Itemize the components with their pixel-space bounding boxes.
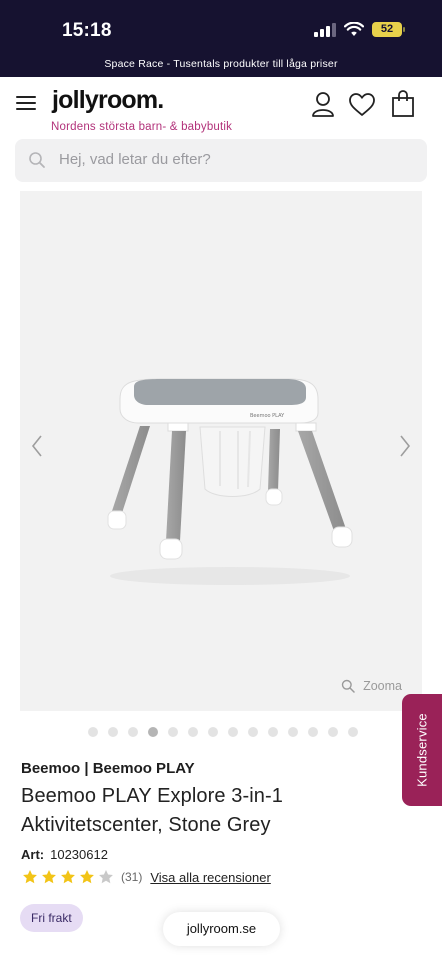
site-tagline: Nordens största barn- & babybutik xyxy=(51,121,233,133)
article-number: Art: 10230612 xyxy=(21,847,108,862)
star-icon xyxy=(23,870,37,884)
article-value: 10230612 xyxy=(50,847,108,862)
browser-url-bar[interactable]: jollyroom.se xyxy=(163,912,280,946)
status-bar: 15:18 52 xyxy=(0,0,442,58)
star-icon xyxy=(42,870,56,884)
status-time: 15:18 xyxy=(62,20,112,41)
gallery-dot[interactable] xyxy=(108,727,118,737)
gallery-dot[interactable] xyxy=(228,727,238,737)
gallery-dot[interactable] xyxy=(248,727,258,737)
bag-icon[interactable] xyxy=(391,90,415,118)
product-title: Beemoo PLAY Explore 3-in-1 Aktivitetscen… xyxy=(21,785,284,836)
product-brand[interactable]: Beemoo | Beemoo PLAY xyxy=(21,760,195,777)
all-reviews-link[interactable]: Visa alla recensioner xyxy=(150,870,270,885)
product-rating[interactable]: (31) Visa alla recensioner xyxy=(22,869,271,885)
chevron-right-icon[interactable] xyxy=(398,434,412,458)
star-icon xyxy=(80,870,94,884)
promo-banner[interactable]: Space Race - Tusentals produkter till lå… xyxy=(0,58,442,77)
product-image-gallery[interactable]: Beemoo PLAY Zooma xyxy=(20,191,422,711)
kundservice-label: Kundservice xyxy=(414,713,430,787)
search-bar[interactable]: Hej, vad letar du efter? xyxy=(15,139,427,182)
battery-icon: 52 xyxy=(372,22,405,37)
gallery-dot[interactable] xyxy=(288,727,298,737)
gallery-dot[interactable] xyxy=(348,727,358,737)
gallery-dot[interactable] xyxy=(308,727,318,737)
site-header: jollyroom. Nordens största barn- & babyb… xyxy=(0,77,442,137)
gallery-pagination xyxy=(88,727,358,737)
search-input[interactable]: Hej, vad letar du efter? xyxy=(59,151,211,168)
rating-stars xyxy=(22,869,114,885)
gallery-dot[interactable] xyxy=(268,727,278,737)
article-label: Art: xyxy=(21,847,45,862)
gallery-dot[interactable] xyxy=(88,727,98,737)
promo-text: Space Race - Tusentals produkter till lå… xyxy=(104,58,338,70)
site-logo[interactable]: jollyroom. xyxy=(52,86,164,115)
battery-level: 52 xyxy=(380,23,394,35)
free-shipping-badge: Fri frakt xyxy=(20,904,83,932)
gallery-dot[interactable] xyxy=(148,727,158,737)
chevron-left-icon[interactable] xyxy=(30,434,44,458)
status-indicators: 52 xyxy=(314,22,405,37)
star-icon xyxy=(99,870,113,884)
gallery-dot[interactable] xyxy=(168,727,178,737)
user-icon[interactable] xyxy=(311,91,335,117)
product-image-brand: Beemoo PLAY xyxy=(250,413,285,419)
gallery-dot[interactable] xyxy=(208,727,218,737)
gallery-dot[interactable] xyxy=(328,727,338,737)
product-image: Beemoo PLAY xyxy=(107,378,353,585)
gallery-dot[interactable] xyxy=(188,727,198,737)
zoom-icon xyxy=(341,679,355,693)
heart-icon[interactable] xyxy=(348,92,376,117)
menu-icon[interactable] xyxy=(16,96,36,110)
zoom-label: Zooma xyxy=(363,679,402,693)
wifi-icon xyxy=(344,22,364,36)
star-icon xyxy=(61,870,75,884)
search-icon xyxy=(29,152,45,168)
zoom-button[interactable]: Zooma xyxy=(341,679,402,693)
cellular-signal-icon xyxy=(314,22,336,37)
kundservice-tab[interactable]: Kundservice xyxy=(402,694,442,806)
rating-count: (31) xyxy=(121,870,143,884)
gallery-dot[interactable] xyxy=(128,727,138,737)
